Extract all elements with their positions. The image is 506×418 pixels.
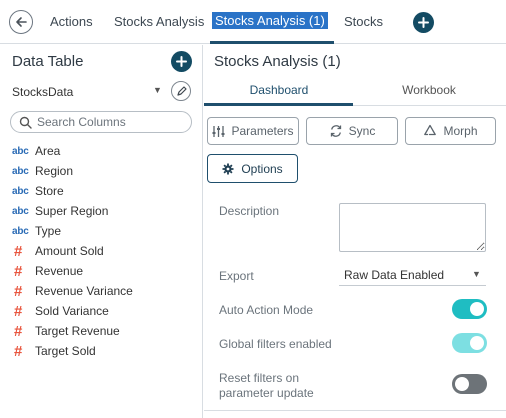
settings-panel: Stocks Analysis (1) Dashboard Workbook P… (204, 45, 506, 418)
text-type-icon: abc (12, 225, 29, 237)
column-name: Region (35, 164, 74, 178)
data-table-title: Data Table (12, 53, 84, 70)
plus-icon (176, 56, 187, 67)
list-item[interactable]: # Target Sold (12, 341, 197, 361)
column-list: abc Area abc Region abc Store abc Super Regi… (12, 141, 197, 361)
column-name: Sold Variance (35, 304, 109, 318)
sync-icon (330, 125, 341, 137)
toggle-knob (470, 302, 484, 316)
list-item[interactable]: # Sold Variance (12, 301, 197, 321)
number-type-icon: # (14, 282, 23, 300)
column-name: Super Region (35, 204, 109, 218)
gear-icon (222, 163, 234, 174)
options-label: Options (241, 161, 283, 176)
tab-dashboard[interactable]: Dashboard (204, 83, 354, 97)
active-tab-indicator (204, 103, 353, 106)
options-button[interactable]: Options (207, 154, 298, 183)
global-filters-toggle[interactable] (452, 333, 487, 353)
plus-icon (418, 17, 429, 28)
column-name: Store (35, 184, 64, 198)
list-item[interactable]: abc Type (12, 221, 197, 241)
sync-label: Sync (348, 124, 376, 138)
arrow-left-icon (16, 17, 27, 27)
edit-data-source-button[interactable] (171, 81, 191, 101)
pencil-icon (176, 85, 187, 96)
caret-down-icon[interactable]: ▼ (472, 269, 481, 279)
tab-stocks[interactable]: Stocks (344, 14, 383, 29)
export-select[interactable]: Raw Data Enabled (344, 268, 444, 282)
number-type-icon: # (14, 322, 23, 340)
add-tab-button[interactable] (413, 12, 434, 33)
text-type-icon: abc (12, 205, 29, 217)
reset-filters-label-line1: Reset filters on (219, 371, 300, 385)
description-label: Description (219, 204, 280, 218)
text-type-icon: abc (12, 185, 29, 197)
auto-action-label: Auto Action Mode (219, 303, 314, 317)
text-type-icon: abc (12, 145, 29, 157)
list-item[interactable]: # Revenue Variance (12, 281, 197, 301)
settings-title: Stocks Analysis (1) (214, 53, 341, 70)
tab-actions[interactable]: Actions (50, 14, 93, 29)
morph-label: Morph (443, 124, 478, 138)
column-name: Area (35, 144, 61, 158)
search-icon (19, 116, 32, 129)
number-type-icon: # (14, 302, 23, 320)
global-filters-label: Global filters enabled (219, 337, 332, 351)
list-item[interactable]: # Target Revenue (12, 321, 197, 341)
parameters-button[interactable]: Parameters (207, 117, 299, 145)
parameters-label: Parameters (231, 124, 294, 138)
toggle-knob (455, 377, 469, 391)
list-item[interactable]: # Amount Sold (12, 241, 197, 261)
back-button[interactable] (9, 10, 33, 34)
morph-button[interactable]: Morph (405, 117, 496, 145)
toggle-knob (470, 336, 484, 350)
tab-stocks-analysis[interactable]: Stocks Analysis (114, 14, 204, 29)
number-type-icon: # (14, 262, 23, 280)
text-type-icon: abc (12, 165, 29, 177)
export-label: Export (219, 269, 254, 283)
data-table-panel: Data Table StocksData ▼ abc Area abc Regio… (0, 45, 203, 418)
column-name: Target Sold (35, 344, 96, 358)
number-type-icon: # (14, 342, 23, 360)
reset-filters-label-line2: parameter update (219, 386, 314, 400)
reset-filters-toggle[interactable] (452, 374, 487, 394)
column-name: Target Revenue (35, 324, 120, 338)
number-type-icon: # (14, 242, 23, 260)
column-name: Amount Sold (35, 244, 104, 258)
column-name: Revenue (35, 264, 84, 278)
list-item[interactable]: abc Store (12, 181, 197, 201)
data-source-select[interactable]: StocksData (12, 85, 73, 99)
sync-button[interactable]: Sync (306, 117, 398, 145)
list-item[interactable]: abc Area (12, 141, 197, 161)
add-column-button[interactable] (171, 51, 192, 72)
tab-stocks-analysis-1[interactable]: Stocks Analysis (1) (212, 12, 328, 29)
export-underline (339, 285, 486, 286)
column-name: Type (35, 224, 62, 238)
top-tab-bar: Actions Stocks Analysis Stocks Analysis … (0, 0, 506, 44)
tab-workbook[interactable]: Workbook (354, 83, 504, 97)
caret-down-icon[interactable]: ▼ (153, 85, 162, 95)
auto-action-toggle[interactable] (452, 299, 487, 319)
list-item[interactable]: abc Region (12, 161, 197, 181)
search-columns-input[interactable] (37, 115, 185, 129)
list-item[interactable]: # Revenue (12, 261, 197, 281)
search-columns-box (10, 111, 192, 133)
sliders-icon (212, 125, 225, 137)
panel-bottom-divider (204, 410, 506, 411)
description-field[interactable] (339, 203, 486, 252)
active-tab-indicator (210, 41, 334, 44)
column-name: Revenue Variance (35, 284, 133, 298)
list-item[interactable]: abc Super Region (12, 201, 197, 221)
recycle-icon (424, 124, 437, 136)
